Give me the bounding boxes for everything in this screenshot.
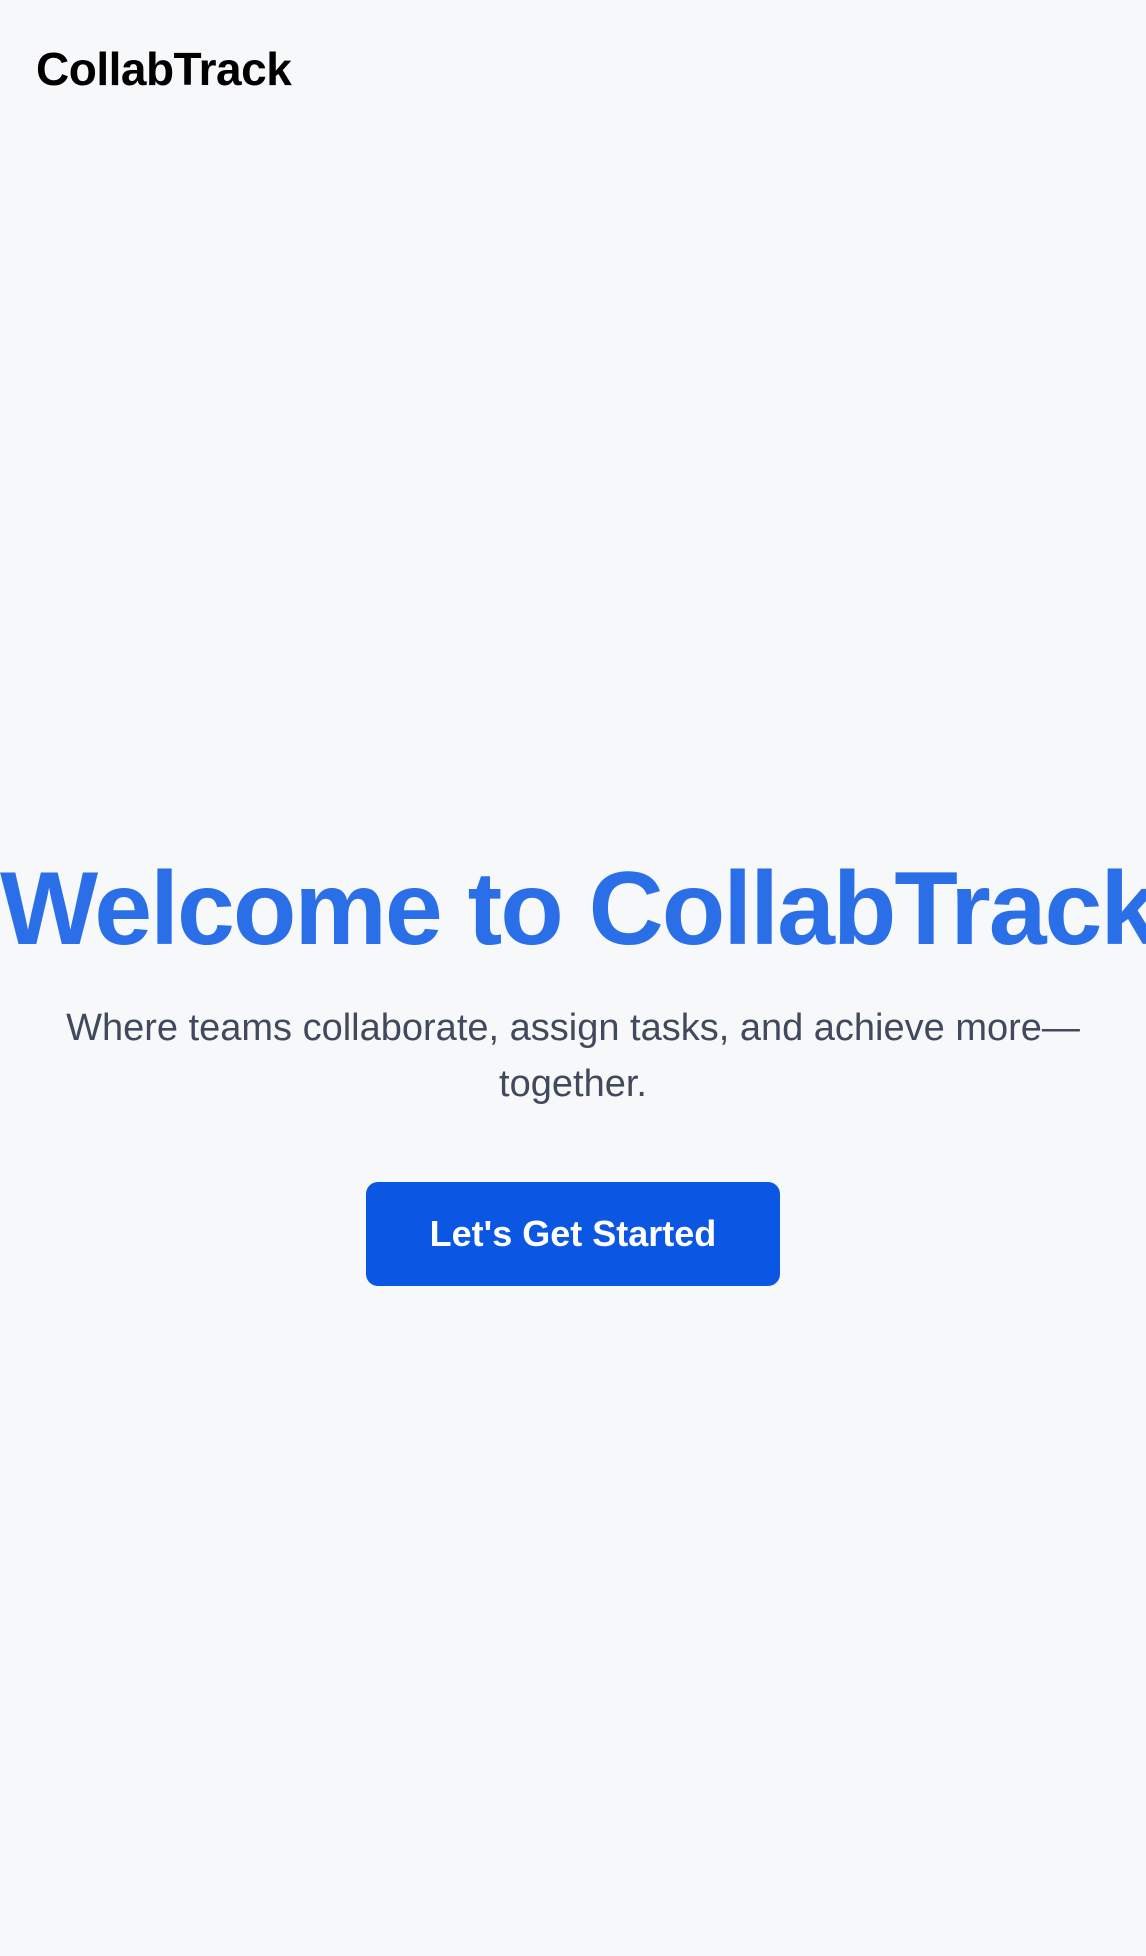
hero-title: Welcome to CollabTrack [0, 851, 1146, 967]
get-started-button[interactable]: Let's Get Started [366, 1181, 780, 1286]
hero-subtitle: Where teams collaborate, assign tasks, a… [66, 1006, 1080, 1105]
hero-section: Welcome to CollabTrack Where teams colla… [0, 850, 1146, 1286]
logo-text[interactable]: CollabTrack [36, 42, 292, 97]
